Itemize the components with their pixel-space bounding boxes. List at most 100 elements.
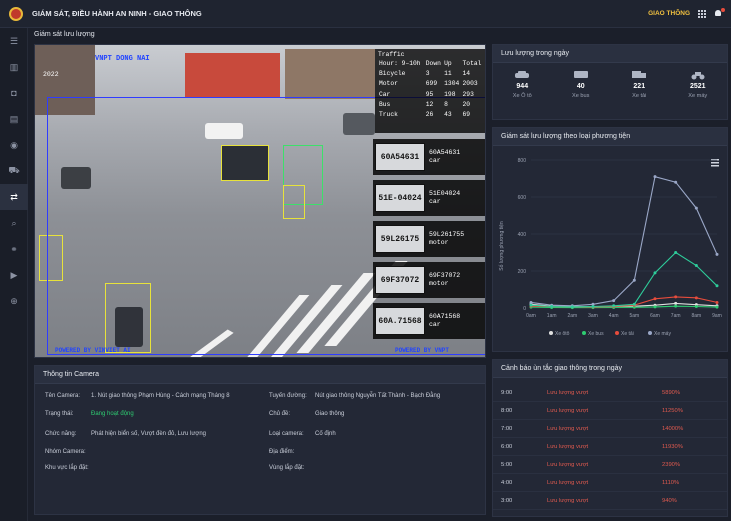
notification-bell-icon[interactable] xyxy=(714,8,725,18)
sidebar-search-icon[interactable]: ⌕ xyxy=(0,210,28,236)
plate-card[interactable]: 69F37072 69F37072 motor xyxy=(373,262,485,298)
traffic-cell: 12 xyxy=(425,100,434,108)
sidebar-traffic-icon[interactable]: ⇄ xyxy=(0,184,28,210)
sidebar-link-icon[interactable]: ⚭ xyxy=(0,236,28,262)
plate-number: 60A54631 xyxy=(429,149,461,156)
sidebar-chart-icon[interactable]: ▥ xyxy=(0,54,28,80)
x-tick-label: 7am xyxy=(671,313,681,319)
traffic-cell: 198 xyxy=(444,90,456,98)
info-value: Giao thông xyxy=(315,411,345,417)
alert-percent: 940% xyxy=(662,497,677,504)
data-point xyxy=(632,302,636,306)
alert-status: Lưu lượng vượt xyxy=(547,407,589,414)
traffic-cell: 8 xyxy=(444,100,448,108)
legend-swatch xyxy=(615,331,619,335)
traffic-header-cell: Total xyxy=(462,59,482,67)
traffic-cell: Bus xyxy=(379,100,391,108)
page-title: Giám sát lưu lượng xyxy=(34,31,95,38)
y-tick-label: 200 xyxy=(518,269,527,275)
x-tick-label: 9am xyxy=(712,313,722,319)
info-row: Vùng lắp đặt: xyxy=(269,465,315,471)
traffic-cell: Truck xyxy=(379,111,398,119)
info-row: Khu vực lắp đặt: xyxy=(45,465,89,471)
data-point xyxy=(653,297,657,301)
stat-label: Xe bus xyxy=(572,93,590,99)
data-point xyxy=(674,304,678,308)
line-chart[interactable]: Số lượng phương tiện 0 200 400 600 800 0am 1am… xyxy=(493,146,727,351)
legend-label: Xe tải xyxy=(621,331,634,337)
traffic-cell: 43 xyxy=(444,111,452,119)
plate-number: 69F37072 xyxy=(429,272,461,279)
traffic-cell: Car xyxy=(379,90,391,98)
data-point xyxy=(550,305,554,309)
alert-row[interactable]: 7:00 Lưu lượng vượt 14000% xyxy=(493,420,727,438)
data-point xyxy=(570,305,574,309)
legend-label: Xe bus xyxy=(588,331,604,337)
x-tick-label: 6am xyxy=(650,313,660,319)
y-tick-label: 600 xyxy=(518,195,527,201)
y-axis-label: Số lượng phương tiện xyxy=(499,221,505,271)
plate-card[interactable]: 60A.71568 60A71568 car xyxy=(373,303,485,339)
sidebar-zoom-icon[interactable]: ⊕ xyxy=(0,288,28,314)
y-tick-label: 0 xyxy=(523,306,526,312)
data-point xyxy=(694,305,698,309)
plate-type: motor xyxy=(429,280,449,287)
plate-image: 69F37072 xyxy=(375,266,425,294)
alert-percent: 2390% xyxy=(662,461,681,468)
stat-value: 40 xyxy=(576,83,585,90)
alert-time: 7:00 xyxy=(501,425,513,432)
plate-image: 59L26175 xyxy=(375,225,425,253)
alert-row[interactable]: 9:00 Lưu lượng vượt 5890% xyxy=(493,384,727,402)
sidebar-menu-icon[interactable]: ☰ xyxy=(0,28,28,54)
plate-type: car xyxy=(429,157,441,164)
info-value: Phát hiện biển số, Vượt đèn đỏ, Lưu lượn… xyxy=(91,431,206,437)
data-point xyxy=(715,300,719,304)
alert-list: 9:00 Lưu lượng vượt 5890% 8:00 Lưu lượng vư… xyxy=(493,378,727,510)
x-tick-label: 0am xyxy=(526,313,536,319)
plate-list: 60A54631 60A54631 car 51E-04024 51E04024 car… xyxy=(373,139,485,344)
apps-grid-icon[interactable] xyxy=(698,9,706,18)
plate-card[interactable]: 51E-04024 51E04024 car xyxy=(373,180,485,216)
data-point xyxy=(674,301,678,305)
bus-icon xyxy=(553,69,609,80)
info-label: Vùng lắp đặt: xyxy=(269,465,305,471)
traffic-header-cell: Down xyxy=(425,59,441,67)
building-right xyxy=(285,49,375,99)
alert-row[interactable]: 4:00 Lưu lượng vượt 1110% xyxy=(493,474,727,492)
plate-card[interactable]: 60A54631 60A54631 car xyxy=(373,139,485,175)
plate-type: car xyxy=(429,198,441,205)
watermark-bottom-left: POWERED BY VINVIET AI xyxy=(55,347,131,354)
sidebar-play-icon[interactable]: ▶ xyxy=(0,262,28,288)
car-icon xyxy=(494,69,550,80)
vehicle-chart-panel: Giám sát lưu lượng theo loại phương tiện… xyxy=(492,127,728,352)
alert-row[interactable]: 5:00 Lưu lượng vượt 2390% xyxy=(493,456,727,474)
data-point xyxy=(715,284,719,288)
traffic-cell: 293 xyxy=(462,90,474,98)
plate-card[interactable]: 59L26175 59L261755 motor xyxy=(373,221,485,257)
alert-row[interactable]: 3:00 Lưu lượng vượt 940% xyxy=(493,492,727,510)
alert-row[interactable]: 6:00 Lưu lượng vượt 11930% xyxy=(493,438,727,456)
data-point xyxy=(653,271,657,275)
stat-label: Xe Ô tô xyxy=(512,93,532,99)
emblem-logo xyxy=(9,6,23,21)
camera-info-panel: Thông tin Camera Tên Camera: 1. Nút giao … xyxy=(34,365,486,515)
alert-percent: 11250% xyxy=(662,407,683,414)
data-point xyxy=(674,295,678,299)
traffic-cell: 1304 xyxy=(444,80,460,88)
count-stats: 944 Xe Ô tô 40 Xe bus 221 Xe tải 2521 Xe… xyxy=(493,63,727,99)
sidebar: ☰ ▥ ◘ ▤ ◉ ⛟ ⇄ ⌕ ⚭ ▶ ⊕ xyxy=(0,28,28,521)
sidebar-shield-icon[interactable]: ◉ xyxy=(0,132,28,158)
alert-status: Lưu lượng vượt xyxy=(547,389,589,396)
chart-title: Giám sát lưu lượng theo loại phương tiện xyxy=(493,128,727,146)
plate-number: 59L261755 xyxy=(429,231,465,238)
module-label[interactable]: GIAO THÔNG xyxy=(648,10,690,17)
video-timestamp: 2022 xyxy=(43,71,59,78)
alert-row[interactable]: 8:00 Lưu lượng vượt 11250% xyxy=(493,402,727,420)
truck-icon xyxy=(611,69,667,80)
info-row: Loại camera: Cố định xyxy=(269,431,336,437)
sidebar-car-icon[interactable]: ⛟ xyxy=(0,158,28,184)
sidebar-camera-icon[interactable]: ◘ xyxy=(0,80,28,106)
traffic-cell: 14 xyxy=(462,69,471,77)
sidebar-document-icon[interactable]: ▤ xyxy=(0,106,28,132)
camera-video-feed[interactable]: 2022 VNPT DONG NAI POWERED BY VINVIET AI… xyxy=(34,44,486,358)
